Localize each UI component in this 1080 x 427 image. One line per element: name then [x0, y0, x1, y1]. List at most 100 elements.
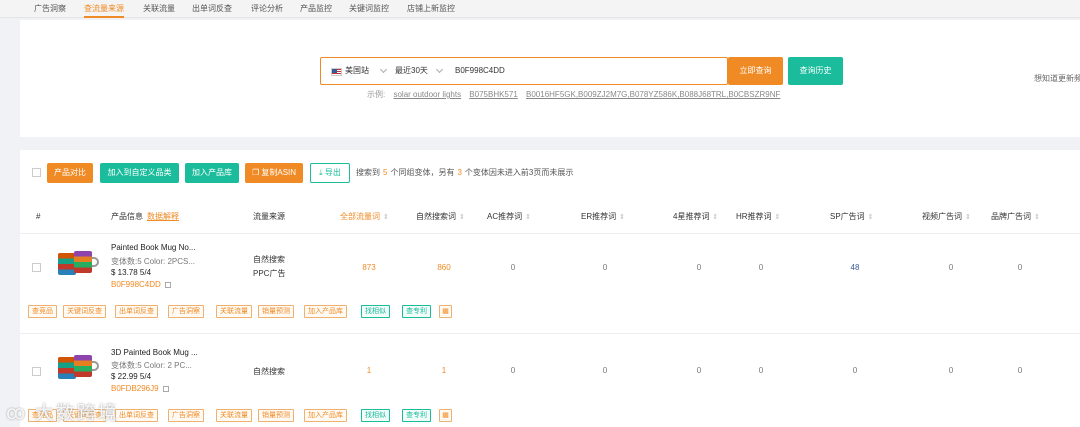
- add-category-button[interactable]: 加入到自定义品类: [100, 163, 179, 183]
- competitor-button[interactable]: 查竞品: [28, 305, 57, 318]
- asin-text: B0FDB296J9: [111, 384, 159, 393]
- tab-keyword-monitor[interactable]: 关键词监控: [349, 0, 389, 18]
- ad-insight-button[interactable]: 广告洞察: [168, 409, 204, 422]
- tab-traffic-source[interactable]: 查流量来源: [84, 0, 124, 18]
- calculator-icon[interactable]: ▦: [439, 409, 452, 422]
- asin-text: B0F998C4DD: [111, 280, 161, 289]
- mug-handle: [92, 257, 99, 267]
- period-select[interactable]: 最近30天: [395, 58, 428, 84]
- order-keyword-button[interactable]: 出单词反查: [115, 409, 158, 422]
- related-traffic-button[interactable]: 关联流量: [216, 305, 252, 318]
- cell-sp: 0: [852, 366, 858, 375]
- chevron-down-icon: [379, 65, 388, 74]
- tab-related-traffic[interactable]: 关联流量: [143, 0, 175, 18]
- source-natural: 自然搜索: [253, 255, 285, 264]
- row-checkbox[interactable]: [32, 367, 41, 376]
- top-nav: 广告洞察 查流量来源 关联流量 出单词反查 评论分析 产品监控 关键词监控 店铺…: [0, 0, 1080, 18]
- cell-natural[interactable]: 1: [424, 366, 464, 375]
- find-similar-button[interactable]: 找相似: [361, 409, 390, 422]
- copy-asin-button[interactable]: ❐ 复制ASIN: [245, 163, 303, 183]
- cell-all[interactable]: 873: [349, 263, 389, 272]
- cell-sp[interactable]: 48: [835, 263, 875, 272]
- external-link-icon[interactable]: [162, 385, 169, 392]
- chevron-down-icon: [435, 65, 444, 74]
- find-similar-button[interactable]: 找相似: [361, 305, 390, 318]
- site-select[interactable]: 美国站: [345, 58, 369, 84]
- asin-input[interactable]: B0F998C4DD: [455, 58, 505, 84]
- product-meta: 变体数:5 Color: 2 PC...: [111, 361, 192, 370]
- source-natural: 自然搜索: [253, 367, 285, 376]
- col-product-label: 产品信息: [111, 212, 143, 221]
- summary-suffix: 个变体因未进入前3页而未展示: [464, 168, 574, 177]
- table-row: Painted Book Mug No... 变体数:5 Color: 2PCS…: [20, 235, 1080, 334]
- patent-check-button[interactable]: 查专利: [402, 305, 431, 318]
- col-er-keywords[interactable]: ER推荐词: [581, 200, 625, 234]
- cell-hr: 0: [758, 263, 764, 272]
- row-checkbox[interactable]: [32, 263, 41, 272]
- col-hr-keywords[interactable]: HR推荐词: [736, 200, 780, 234]
- cell-video: 0: [948, 263, 954, 272]
- col-all-keywords[interactable]: 全部流量词: [340, 200, 389, 234]
- query-button[interactable]: 立即查询: [728, 57, 783, 85]
- results-card: 产品对比 加入到自定义品类 加入产品库 ❐ 复制ASIN ⤓ 导出 搜索到 5 个同…: [20, 150, 1080, 427]
- product-thumbnail[interactable]: [56, 247, 102, 279]
- product-asin[interactable]: B0F998C4DD: [111, 280, 171, 289]
- cell-all[interactable]: 1: [349, 366, 389, 375]
- tab-review-analysis[interactable]: 评论分析: [251, 0, 283, 18]
- cell-4star: 0: [696, 366, 702, 375]
- cell-natural[interactable]: 860: [424, 263, 464, 272]
- history-button[interactable]: 查询历史: [788, 57, 843, 85]
- product-asin[interactable]: B0FDB296J9: [111, 384, 169, 393]
- select-all-checkbox[interactable]: [32, 168, 41, 177]
- tab-store-monitor[interactable]: 店铺上新监控: [407, 0, 455, 18]
- related-traffic-button[interactable]: 关联流量: [216, 409, 252, 422]
- keyword-reverse-button[interactable]: 关键词反查: [63, 305, 106, 318]
- example-link[interactable]: solar outdoor lights: [393, 90, 461, 99]
- watermark-text: 大数跨境: [34, 403, 119, 424]
- variant-count: 5: [383, 168, 388, 177]
- external-link-icon[interactable]: [164, 281, 171, 288]
- col-sp-keywords[interactable]: SP广告词: [830, 200, 874, 234]
- patent-check-button[interactable]: 查专利: [402, 409, 431, 422]
- mug-handle: [92, 361, 99, 371]
- us-flag-icon: [331, 68, 342, 76]
- col-brand-keywords[interactable]: 品牌广告词: [991, 200, 1040, 234]
- col-natural-keywords[interactable]: 自然搜索词: [416, 200, 465, 234]
- cell-4star: 0: [696, 263, 702, 272]
- calculator-icon[interactable]: ▦: [439, 305, 452, 318]
- tab-order-keywords[interactable]: 出单词反查: [192, 0, 232, 18]
- tab-product-monitor[interactable]: 产品监控: [300, 0, 332, 18]
- add-library-row-button[interactable]: 加入产品库: [304, 409, 347, 422]
- export-button[interactable]: ⤓ 导出: [310, 163, 350, 183]
- compare-button[interactable]: 产品对比: [47, 163, 93, 183]
- cell-brand: 0: [1017, 263, 1023, 272]
- col-4star-keywords[interactable]: 4星推荐词: [673, 200, 718, 234]
- sales-forecast-button[interactable]: 销量预测: [258, 409, 294, 422]
- col-product: 产品信息 数据解释: [111, 200, 179, 234]
- sales-forecast-button[interactable]: 销量预测: [258, 305, 294, 318]
- product-name[interactable]: Painted Book Mug No...: [111, 243, 196, 252]
- tab-ad-insight[interactable]: 广告洞察: [34, 0, 66, 18]
- cell-hr: 0: [758, 366, 764, 375]
- example-link[interactable]: B075BHK571: [469, 90, 517, 99]
- cell-ac: 0: [510, 263, 516, 272]
- product-price: $ 13.78 5/4: [111, 268, 152, 277]
- example-link[interactable]: B0016HF5GK,B009ZJ2M7G,B078YZ586K,B088J68…: [526, 90, 780, 99]
- product-name[interactable]: 3D Painted Book Mug ...: [111, 348, 198, 357]
- data-explain-link[interactable]: 数据解释: [147, 212, 179, 221]
- add-library-row-button[interactable]: 加入产品库: [304, 305, 347, 318]
- col-ac-keywords[interactable]: AC推荐词: [487, 200, 531, 234]
- cell-video: 0: [948, 366, 954, 375]
- update-frequency-link[interactable]: 想知道更新频: [1034, 73, 1080, 84]
- ad-insight-button[interactable]: 广告洞察: [168, 305, 204, 318]
- summary-mid: 个同组变体，另有: [390, 168, 455, 177]
- order-keyword-button[interactable]: 出单词反查: [115, 305, 158, 318]
- watermark-logo-icon: ꝏ: [6, 403, 35, 424]
- cell-ac: 0: [510, 366, 516, 375]
- col-source: 流量来源: [253, 212, 285, 221]
- add-library-button[interactable]: 加入产品库: [185, 163, 239, 183]
- col-video-keywords[interactable]: 视频广告词: [922, 200, 971, 234]
- product-thumbnail[interactable]: [56, 351, 102, 383]
- cell-er: 0: [602, 263, 608, 272]
- table-row: 3D Painted Book Mug ... 变体数:5 Color: 2 P…: [20, 340, 1080, 427]
